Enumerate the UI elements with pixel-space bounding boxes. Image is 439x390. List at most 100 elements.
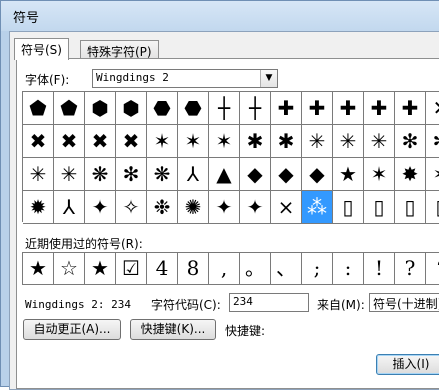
- symbol-cell[interactable]: ✖: [85, 125, 116, 158]
- symbol-dialog: 符号 符号(S) 特殊字符(P) 字体(F): Wingdings 2 ▼ ⬟ ⬟…: [0, 0, 439, 390]
- symbol-cell[interactable]: ❋: [85, 158, 116, 191]
- symbol-cell[interactable]: ✚: [271, 92, 302, 125]
- symbol-cell[interactable]: ⬟: [23, 92, 54, 125]
- symbol-cell[interactable]: ★: [333, 158, 364, 191]
- autocorrect-button-label: 自动更正(A)...: [33, 322, 111, 336]
- recent-symbol-cell[interactable]: ☆: [54, 253, 85, 285]
- symbol-cell[interactable]: ⬣: [147, 92, 178, 125]
- recent-symbol-cell[interactable]: ★: [85, 253, 116, 285]
- font-label: 字体(F):: [25, 73, 70, 87]
- char-name-readout: Wingdings 2: 234: [25, 298, 131, 311]
- recent-symbol-cell[interactable]: ☑: [116, 253, 147, 285]
- symbol-cell[interactable]: ▯: [426, 191, 439, 224]
- recent-symbol-cell[interactable]: 。: [240, 253, 271, 285]
- symbol-cell[interactable]: ┼: [209, 92, 240, 125]
- symbol-cell[interactable]: ✶: [364, 158, 395, 191]
- symbol-cell[interactable]: ✶: [178, 125, 209, 158]
- shortcut-label: 快捷键:: [225, 324, 266, 338]
- symbol-cell[interactable]: ⬢: [116, 92, 147, 125]
- font-select-value: Wingdings 2: [96, 71, 169, 84]
- symbol-cell[interactable]: ✸: [395, 158, 426, 191]
- symbol-cell[interactable]: ✶: [147, 125, 178, 158]
- recent-symbol-cell[interactable]: ★: [23, 253, 54, 285]
- symbol-cell[interactable]: ✻: [395, 125, 426, 158]
- symbol-cell[interactable]: ✱: [271, 125, 302, 158]
- recent-symbol-cell[interactable]: 4: [147, 253, 178, 285]
- char-code-label: 字符代码(C):: [151, 298, 221, 312]
- recent-symbols-label: 近期使用过的符号(R):: [25, 237, 143, 251]
- symbol-cell[interactable]: ✚: [333, 92, 364, 125]
- symbol-cell[interactable]: ✖: [23, 125, 54, 158]
- symbol-cell[interactable]: ✧: [116, 191, 147, 224]
- recent-symbol-cell[interactable]: ,: [209, 253, 240, 285]
- recent-symbols-list: ★☆★☑48,。、;:!?“: [22, 252, 439, 285]
- symbol-cell[interactable]: ▯: [364, 191, 395, 224]
- symbol-cell[interactable]: ▯: [395, 191, 426, 224]
- symbol-cell[interactable]: ✦: [209, 191, 240, 224]
- tab-special-characters-label: 特殊字符(P): [87, 45, 152, 59]
- tab-symbols[interactable]: 符号(S): [14, 38, 69, 60]
- recent-symbol-cell[interactable]: ;: [302, 253, 333, 285]
- font-select[interactable]: Wingdings 2 ▼: [92, 69, 278, 88]
- symbol-cell[interactable]: ✚: [395, 92, 426, 125]
- from-select[interactable]: 符号(十进制): [369, 293, 439, 312]
- symbol-cell[interactable]: ✳: [23, 158, 54, 191]
- symbol-cell[interactable]: ✖: [116, 125, 147, 158]
- symbol-cell[interactable]: ◆: [302, 158, 333, 191]
- symbol-cell[interactable]: ⨯: [271, 191, 302, 224]
- symbol-cell[interactable]: ✳: [302, 125, 333, 158]
- autocorrect-button[interactable]: 自动更正(A)...: [23, 319, 121, 340]
- chevron-down-icon[interactable]: ▼: [260, 70, 277, 87]
- insert-button-label: 插入(I): [392, 357, 430, 371]
- symbol-cell[interactable]: ⬢: [85, 92, 116, 125]
- symbol-cell[interactable]: ✳: [333, 125, 364, 158]
- symbol-cell[interactable]: ⅄: [54, 191, 85, 224]
- symbol-cell[interactable]: ✖: [54, 125, 85, 158]
- symbol-cell[interactable]: ✦: [240, 191, 271, 224]
- symbol-cell[interactable]: ▯: [333, 191, 364, 224]
- symbol-cell[interactable]: ┼: [240, 92, 271, 125]
- symbol-cell[interactable]: ▲: [209, 158, 240, 191]
- dialog-client-area: 符号(S) 特殊字符(P) 字体(F): Wingdings 2 ▼ ⬟ ⬟ ⬢ ⬢ ⬣…: [9, 31, 439, 390]
- symbol-cell[interactable]: ✳: [54, 158, 85, 191]
- symbol-cell[interactable]: ◆: [240, 158, 271, 191]
- recent-symbol-cell[interactable]: !: [364, 253, 395, 285]
- title-bar[interactable]: 符号: [1, 1, 439, 31]
- symbol-cell[interactable]: ⬟: [54, 92, 85, 125]
- symbol-cell[interactable]: ❉: [147, 191, 178, 224]
- symbol-cell[interactable]: ✚: [364, 92, 395, 125]
- char-code-value: 234: [233, 295, 253, 308]
- shortcut-key-button-label: 快捷键(K)...: [140, 322, 206, 336]
- symbol-cell[interactable]: ✻: [116, 158, 147, 191]
- from-select-value: 符号(十进制): [373, 297, 439, 311]
- tab-special-characters[interactable]: 特殊字符(P): [80, 40, 159, 60]
- symbol-cell[interactable]: ❋: [147, 158, 178, 191]
- symbol-cell[interactable]: ✶: [209, 125, 240, 158]
- recent-symbol-cell[interactable]: “: [426, 253, 439, 285]
- recent-symbol-cell[interactable]: 、: [271, 253, 302, 285]
- recent-symbol-cell[interactable]: ?: [395, 253, 426, 285]
- symbol-cell[interactable]: ✺: [178, 191, 209, 224]
- from-label: 来自(M):: [317, 298, 365, 312]
- symbol-cell[interactable]: ✹: [23, 191, 54, 224]
- symbol-cell-selected[interactable]: ⁂: [302, 191, 333, 224]
- symbol-grid: ⬟⬟⬢⬢⬣⬣┼┼✚✚✚✚✚✕✖✖✖✖✶✶✶✱✱✳✳✳✻✻✳✳❋✻❋⅄▲◆◆◆★✶…: [22, 91, 439, 224]
- symbol-cell[interactable]: ⬣: [178, 92, 209, 125]
- symbol-cell[interactable]: ⅄: [178, 158, 209, 191]
- symbol-cell[interactable]: ✳: [364, 125, 395, 158]
- symbol-cell[interactable]: ✚: [302, 92, 333, 125]
- symbol-cell[interactable]: ◆: [271, 158, 302, 191]
- tab-symbols-label: 符号(S): [21, 43, 62, 57]
- symbol-cell[interactable]: ✱: [240, 125, 271, 158]
- insert-button[interactable]: 插入(I): [376, 354, 439, 375]
- char-code-field[interactable]: 234: [229, 293, 309, 312]
- window-title: 符号: [13, 11, 40, 26]
- symbol-cell[interactable]: ✦: [85, 191, 116, 224]
- recent-symbol-cell[interactable]: :: [333, 253, 364, 285]
- shortcut-key-button[interactable]: 快捷键(K)...: [130, 319, 216, 340]
- symbols-panel: 字体(F): Wingdings 2 ▼ ⬟⬟⬢⬢⬣⬣┼┼✚✚✚✚✚✕✖✖✖✖✶…: [16, 58, 439, 389]
- recent-symbol-cell[interactable]: 8: [178, 253, 209, 285]
- symbol-cell[interactable]: ✕: [426, 92, 439, 125]
- symbol-cell[interactable]: ✻: [426, 125, 439, 158]
- symbol-cell[interactable]: ✶: [426, 158, 439, 191]
